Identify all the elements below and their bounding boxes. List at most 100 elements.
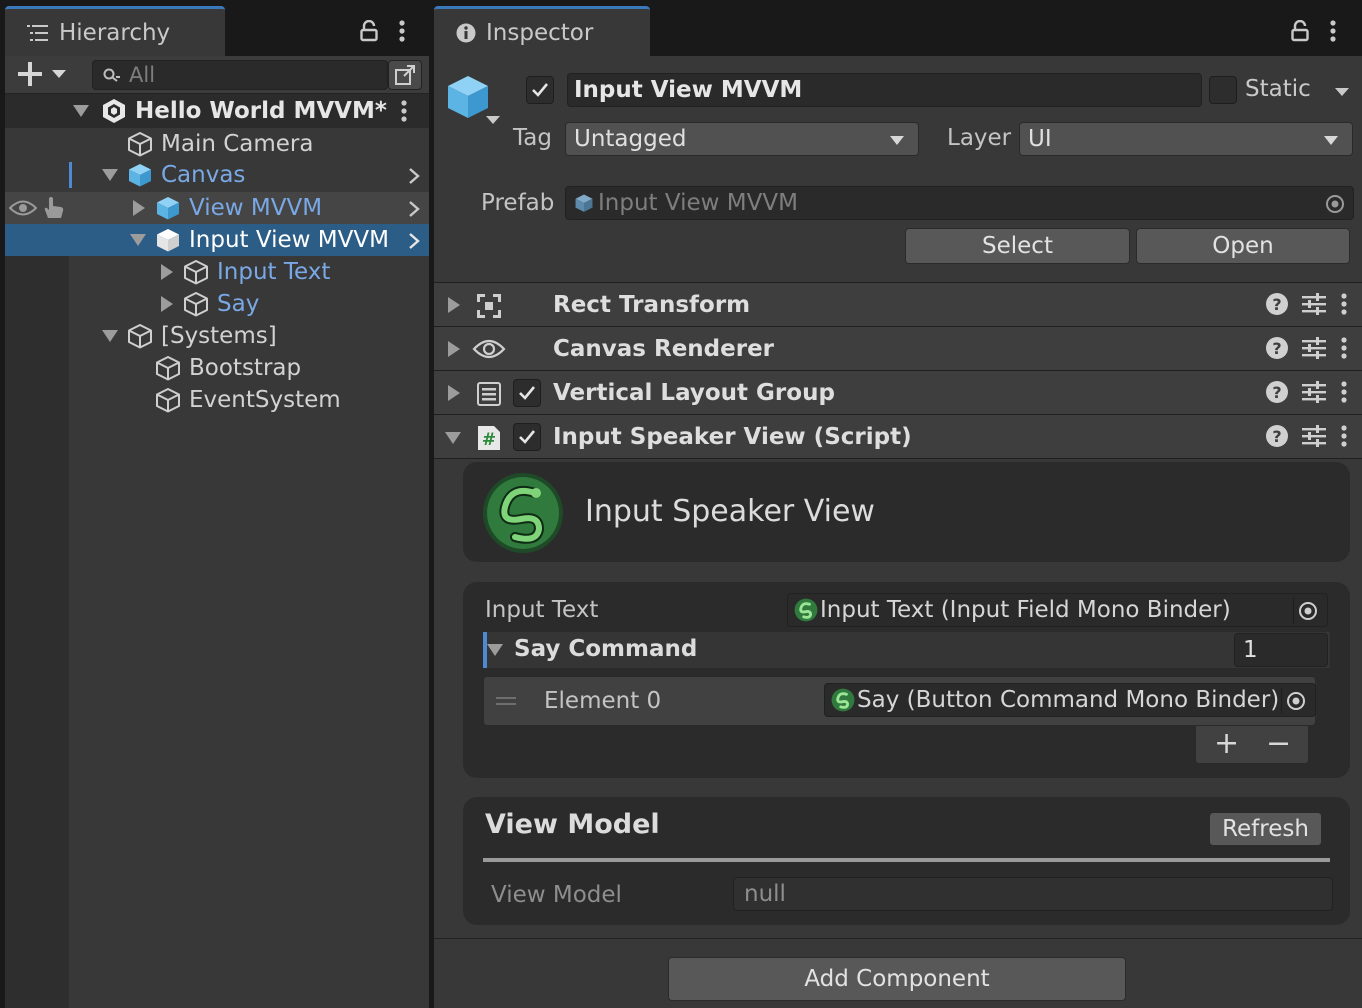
component-vertical-layout-group[interactable]: Vertical Layout Group ? — [434, 370, 1362, 414]
eye-icon[interactable] — [9, 199, 37, 217]
fold-arrow-icon[interactable] — [487, 644, 503, 656]
search-icon — [103, 68, 121, 84]
say-command-size-field[interactable]: 1 — [1234, 633, 1328, 667]
say-command-label: Say Command — [514, 636, 698, 662]
object-picker-icon[interactable] — [1293, 598, 1321, 624]
fold-arrow-icon[interactable] — [161, 296, 173, 312]
presets-icon[interactable] — [1302, 381, 1326, 403]
hierarchy-tab[interactable]: Hierarchy — [5, 6, 225, 56]
inspector-tab[interactable]: Inspector — [434, 6, 650, 56]
fold-arrow-icon[interactable] — [102, 169, 118, 181]
open-button[interactable]: Open — [1136, 228, 1350, 264]
hierarchy-item-canvas[interactable]: Canvas — [5, 159, 429, 191]
component-name: Canvas Renderer — [553, 335, 775, 362]
rect-transform-icon — [476, 293, 502, 319]
presets-icon[interactable] — [1302, 337, 1326, 359]
object-picker-icon[interactable] — [1325, 194, 1345, 214]
layer-dropdown[interactable]: UI — [1019, 122, 1353, 156]
fold-arrow-icon[interactable] — [448, 385, 460, 401]
hierarchy-item-label: Canvas — [161, 162, 246, 188]
hierarchy-item-systems[interactable]: [Systems] — [5, 320, 429, 352]
fold-arrow-icon[interactable] — [448, 297, 460, 313]
prefab-cube-icon — [155, 227, 181, 253]
active-checkbox[interactable] — [526, 76, 554, 104]
hierarchy-item-eventsystem[interactable]: EventSystem — [5, 384, 429, 416]
fold-arrow-icon[interactable] — [161, 264, 173, 280]
element-label: Element 0 — [544, 688, 662, 714]
more-menu-icon[interactable] — [1340, 293, 1348, 315]
list-icon — [27, 24, 49, 42]
more-menu-icon[interactable] — [398, 20, 406, 42]
add-element-button[interactable]: + — [1214, 726, 1239, 761]
scene-visibility-toggle-button[interactable] — [388, 60, 422, 90]
prefab-cube-icon[interactable] — [446, 72, 502, 128]
more-menu-icon[interactable] — [1340, 425, 1348, 447]
static-checkbox[interactable] — [1209, 76, 1237, 104]
object-name-input[interactable]: Input View MVVM — [567, 73, 1202, 107]
object-picker-icon[interactable] — [1281, 688, 1309, 714]
remove-element-button[interactable]: − — [1266, 726, 1291, 761]
say-command-header[interactable]: Say Command — [483, 632, 1330, 668]
fold-arrow-icon[interactable] — [133, 200, 145, 216]
component-rect-transform[interactable]: Rect Transform ? — [434, 282, 1362, 326]
add-component-button[interactable]: Add Component — [668, 957, 1126, 1001]
lock-icon[interactable] — [360, 20, 378, 42]
chevron-right-icon[interactable] — [408, 232, 420, 250]
prefab-cube-icon — [155, 195, 181, 221]
more-menu-icon[interactable] — [400, 100, 408, 122]
chevron-right-icon[interactable] — [408, 167, 420, 185]
create-plus-icon[interactable] — [18, 62, 70, 86]
view-model-section-title: View Model — [485, 809, 660, 840]
hierarchy-item-input-view-mvvm[interactable]: Input View MVVM — [5, 224, 429, 256]
hierarchy-item-input-text[interactable]: Input Text — [5, 256, 429, 288]
component-name: Input Speaker View (Script) — [553, 423, 912, 450]
more-menu-icon[interactable] — [1340, 381, 1348, 403]
search-placeholder: All — [129, 63, 156, 87]
help-icon[interactable]: ? — [1266, 425, 1288, 447]
scene-row[interactable]: Hello World MVVM* — [5, 94, 429, 128]
pickable-hand-icon[interactable] — [41, 196, 67, 220]
static-dropdown-icon[interactable] — [1334, 86, 1350, 98]
hierarchy-item-view-mvvm[interactable]: View MVVM — [5, 192, 429, 224]
presets-icon[interactable] — [1302, 425, 1326, 447]
component-name: Vertical Layout Group — [553, 379, 835, 406]
hierarchy-search-input[interactable]: All — [92, 60, 388, 90]
fold-arrow-icon[interactable] — [102, 330, 118, 342]
hierarchy-item-label: Input View MVVM — [189, 227, 389, 253]
element-value-field[interactable]: Say (Button Command Mono Binder) — [824, 683, 1316, 717]
panel-splitter[interactable] — [429, 0, 434, 1008]
help-icon[interactable]: ? — [1266, 337, 1288, 359]
script-icon: # — [477, 425, 501, 451]
prefab-field[interactable]: Input View MVVM — [565, 186, 1354, 220]
hierarchy-item-main-camera[interactable]: Main Camera — [5, 128, 429, 160]
drag-handle-icon[interactable] — [496, 697, 516, 705]
component-enabled-checkbox[interactable] — [513, 379, 541, 407]
fold-arrow-icon[interactable] — [448, 341, 460, 357]
presets-icon[interactable] — [1302, 293, 1326, 315]
fold-arrow-icon[interactable] — [130, 234, 146, 246]
view-model-divider — [483, 858, 1330, 862]
input-text-field[interactable]: Input Text (Input Field Mono Binder) — [787, 593, 1328, 627]
hierarchy-item-say[interactable]: Say — [5, 288, 429, 320]
chevron-right-icon[interactable] — [408, 200, 420, 218]
gameobject-icon — [155, 355, 181, 381]
eye-icon — [472, 338, 506, 360]
help-icon[interactable]: ? — [1266, 381, 1288, 403]
hierarchy-item-label: EventSystem — [189, 387, 341, 413]
tag-label: Tag — [513, 125, 552, 151]
tag-dropdown[interactable]: Untagged — [565, 122, 919, 156]
fold-arrow-icon[interactable] — [445, 432, 461, 444]
component-input-speaker-view-script[interactable]: # Input Speaker View (Script) ? — [434, 414, 1362, 458]
more-menu-icon[interactable] — [1329, 20, 1337, 42]
fold-arrow-icon[interactable] — [73, 105, 89, 117]
hierarchy-item-bootstrap[interactable]: Bootstrap — [5, 352, 429, 384]
lock-icon[interactable] — [1291, 20, 1309, 42]
more-menu-icon[interactable] — [1340, 337, 1348, 359]
help-icon[interactable]: ? — [1266, 293, 1288, 315]
input-text-value: Input Text (Input Field Mono Binder) — [820, 597, 1231, 623]
svg-text:#: # — [482, 430, 496, 450]
refresh-button[interactable]: Refresh — [1209, 812, 1322, 846]
select-button[interactable]: Select — [905, 228, 1130, 264]
component-enabled-checkbox[interactable] — [513, 423, 541, 451]
component-canvas-renderer[interactable]: Canvas Renderer ? — [434, 326, 1362, 370]
